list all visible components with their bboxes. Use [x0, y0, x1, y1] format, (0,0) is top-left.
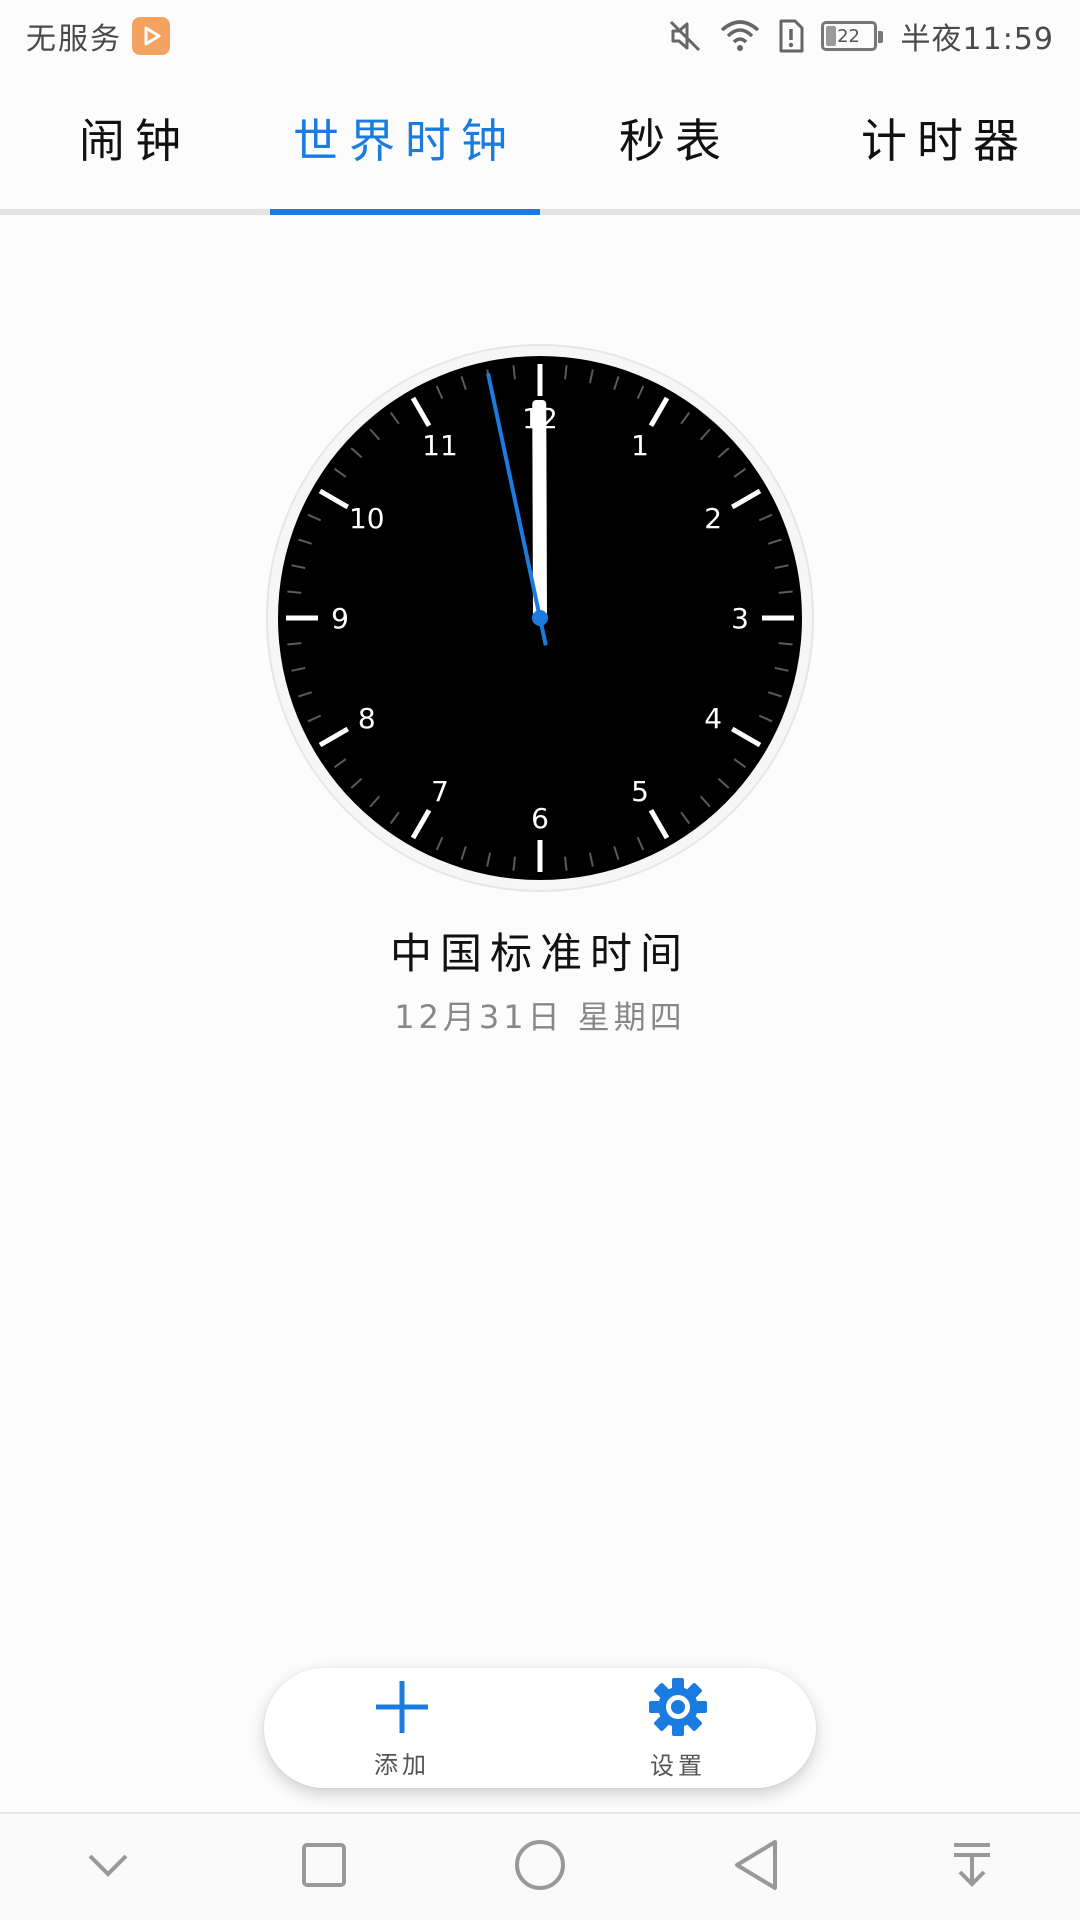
pull-down-icon: [950, 1840, 994, 1894]
hour-number: 1: [631, 429, 649, 462]
sim-alert-icon: [777, 18, 805, 54]
nav-recents-button[interactable]: [264, 1817, 384, 1917]
add-label: 添加: [374, 1750, 430, 1779]
status-bar: 无服务 22 半夜11:59: [0, 0, 1080, 72]
nav-hide-button[interactable]: [48, 1817, 168, 1917]
hour-number: 2: [704, 502, 722, 535]
timezone-name: 中国标准时间: [389, 929, 690, 978]
chevron-down-icon: [86, 1850, 130, 1884]
mute-icon: [667, 18, 703, 54]
navigation-bar: [0, 1814, 1080, 1920]
settings-label: 设置: [650, 1751, 706, 1780]
video-app-icon: [132, 17, 170, 55]
timezone-date: 12月31日 星期四: [394, 998, 686, 1036]
battery-level: 22: [837, 25, 860, 47]
hour-number: 4: [704, 702, 722, 735]
hour-number: 5: [631, 775, 649, 808]
analog-clock[interactable]: 121234567891011: [265, 343, 815, 893]
gear-icon: [647, 1676, 709, 1742]
tab-world-clock[interactable]: 世界时钟: [270, 72, 540, 214]
add-button[interactable]: 添加: [302, 1673, 502, 1783]
hour-number: 7: [431, 775, 449, 808]
circle-icon: [513, 1838, 567, 1896]
plus-icon: [372, 1677, 432, 1741]
wifi-icon: [719, 18, 761, 54]
tab-track: [0, 209, 1080, 215]
hour-number: 10: [349, 502, 385, 535]
hour-number: 9: [331, 602, 349, 635]
tab-bar: 闹钟 世界时钟 秒表 计时器: [0, 72, 1080, 214]
nav-back-button[interactable]: [696, 1817, 816, 1917]
hour-number: 3: [731, 602, 749, 635]
status-time: 半夜11:59: [900, 22, 1054, 57]
tab-timer[interactable]: 计时器: [810, 72, 1080, 214]
tab-alarm[interactable]: 闹钟: [0, 72, 270, 214]
square-icon: [300, 1841, 348, 1893]
analog-clock-face: 121234567891011: [266, 344, 814, 892]
hour-number: 11: [422, 429, 458, 462]
action-bar: 添加 设置: [264, 1668, 816, 1788]
hour-number: 6: [531, 802, 549, 835]
status-right: 22 半夜11:59: [667, 14, 1054, 58]
status-left: 无服务: [26, 14, 170, 58]
tab-active-indicator: [270, 209, 540, 215]
clock-center-pin: [532, 610, 548, 626]
tab-stopwatch[interactable]: 秒表: [540, 72, 810, 214]
nav-notification-button[interactable]: [912, 1817, 1032, 1917]
back-triangle-icon: [731, 1838, 781, 1896]
hour-number: 8: [358, 702, 376, 735]
battery-icon: 22: [820, 21, 883, 51]
nav-home-button[interactable]: [480, 1817, 600, 1917]
settings-button[interactable]: 设置: [578, 1673, 778, 1783]
carrier-label: 无服务: [26, 22, 122, 57]
